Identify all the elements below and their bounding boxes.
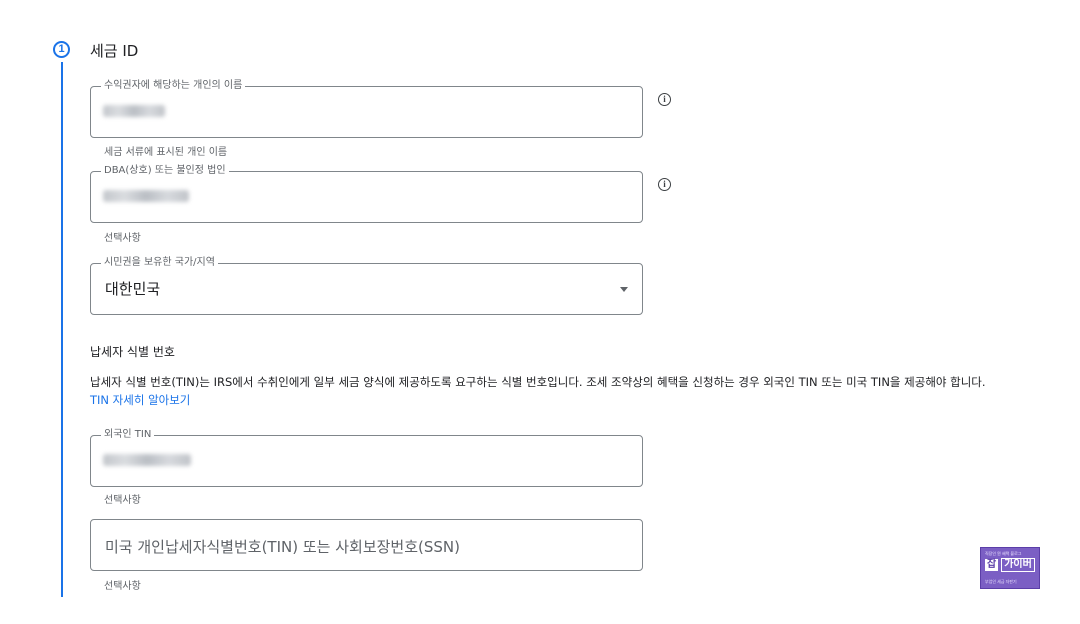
step-connector-line [61, 62, 63, 597]
dba-field[interactable]: DBA(상호) 또는 불인정 법인 [90, 165, 643, 223]
watermark-logo: 직장인 뭔 혜택 블로그 잡 가이버 부업인 세금 자판기 [980, 547, 1040, 589]
us-tin-ssn-placeholder: 미국 개인납세자식별번호(TIN) 또는 사회보장번호(SSN) [105, 538, 460, 556]
info-icon[interactable]: i [658, 93, 671, 106]
foreign-tin-field[interactable]: 외국인 TIN [90, 429, 643, 487]
country-value: 대한민국 [105, 280, 161, 298]
step-number-badge: 1 [53, 41, 70, 58]
logo-main: 잡 가이버 [985, 558, 1035, 572]
foreign-tin-label: 외국인 TIN [101, 429, 155, 441]
info-icon[interactable]: i [658, 178, 671, 191]
dba-helper: 선택사항 [104, 233, 141, 244]
logo-subtitle: 부업인 세금 자판기 [985, 579, 1017, 584]
payee-name-label: 수익권자에 해당하는 개인의 이름 [101, 80, 246, 92]
us-tin-ssn-field[interactable]: 미국 개인납세자식별번호(TIN) 또는 사회보장번호(SSN) [90, 519, 643, 571]
blurred-value [103, 190, 189, 202]
dba-label: DBA(상호) 또는 불인정 법인 [101, 165, 229, 177]
step-title: 세금 ID [90, 42, 139, 60]
logo-word-2: 가이버 [1001, 558, 1035, 572]
tin-description: 납세자 식별 번호(TIN)는 IRS에서 수취인에게 일부 세금 양식에 제공… [90, 373, 990, 409]
payee-name-field[interactable]: 수익권자에 해당하는 개인의 이름 [90, 80, 643, 138]
country-label: 시민권을 보유한 국가/지역 [101, 257, 218, 269]
tin-section-heading: 납세자 식별 번호 [90, 345, 175, 359]
logo-word-1: 잡 [985, 559, 999, 571]
payee-name-helper: 세금 서류에 표시된 개인 이름 [104, 147, 228, 158]
blurred-value [103, 454, 191, 466]
dropdown-arrow-icon[interactable] [620, 287, 628, 292]
blurred-value [103, 105, 165, 117]
us-tin-helper: 선택사항 [104, 581, 141, 592]
tin-description-text: 납세자 식별 번호(TIN)는 IRS에서 수취인에게 일부 세금 양식에 제공… [90, 375, 986, 389]
country-select[interactable]: 시민권을 보유한 국가/지역 대한민국 [90, 257, 643, 315]
tin-learn-more-link[interactable]: TIN 자세히 알아보기 [90, 393, 190, 407]
logo-tagline: 직장인 뭔 혜택 블로그 [985, 551, 1022, 556]
foreign-tin-helper: 선택사항 [104, 495, 141, 506]
